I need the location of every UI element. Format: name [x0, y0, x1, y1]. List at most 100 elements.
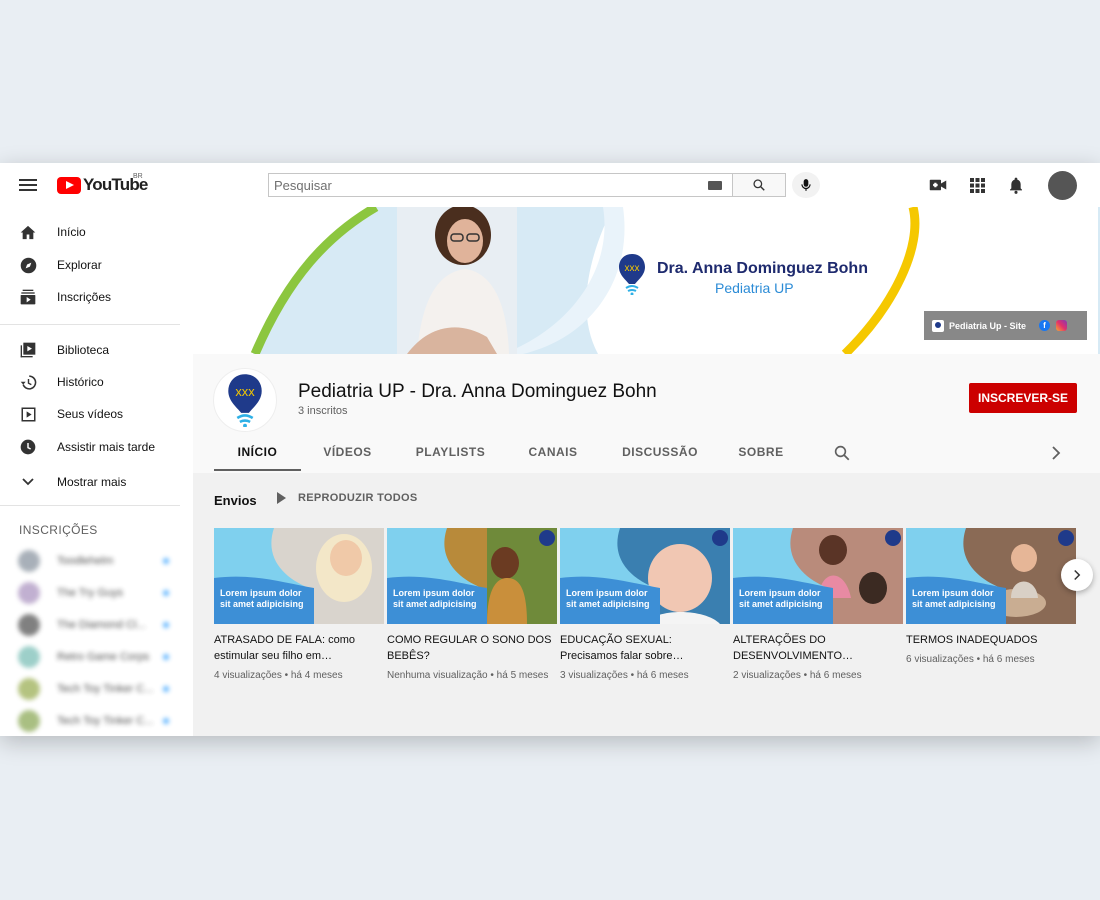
sidebar-item-watch-later[interactable]: Assistir mais tarde — [0, 432, 180, 462]
pediatria-up-logo: xxx — [228, 374, 262, 427]
sidebar-divider — [0, 505, 180, 506]
sidebar-subscription[interactable]: The Diamond Cl... — [0, 612, 180, 638]
watch-later-icon — [18, 437, 38, 457]
new-content-dot — [163, 622, 169, 628]
channel-avatar — [18, 678, 40, 700]
tab-about[interactable]: SOBRE — [729, 434, 793, 471]
thumbnail-text: Lorem ipsum dolor sit amet adipicising — [912, 588, 996, 609]
doctor-photo — [397, 207, 517, 354]
sidebar-divider — [0, 324, 180, 325]
banner-brand-subtitle: Pediatria UP — [715, 280, 794, 296]
sidebar-item-label: Explorar — [57, 258, 102, 272]
create-video-icon[interactable] — [927, 174, 949, 196]
site-link[interactable]: Pediatria Up - Site — [949, 321, 1031, 331]
subscribe-button[interactable]: INSCREVER-SE — [969, 383, 1077, 413]
video-card[interactable]: Lorem ipsum dolor sit amet adipicising E… — [560, 528, 730, 683]
subscriptions-heading: INSCRIÇÕES — [19, 523, 98, 537]
tab-videos[interactable]: VÍDEOS — [310, 434, 385, 471]
search-button[interactable] — [733, 173, 786, 197]
sidebar-item-show-more[interactable]: Mostrar mais — [0, 467, 180, 497]
uploads-section: Envios REPRODUZIR TODOS Lorem ipsum dolo… — [193, 473, 1100, 736]
region-code: BR — [133, 173, 143, 180]
history-icon — [18, 372, 38, 392]
banner-links: Pediatria Up - Site f — [924, 311, 1087, 340]
site-link-icon — [932, 319, 944, 332]
library-icon — [18, 340, 38, 360]
sidebar-item-label: Seus vídeos — [57, 407, 124, 421]
section-title[interactable]: Envios — [214, 493, 257, 508]
subscription-name: Tech Toy Tinker C... — [57, 715, 154, 727]
video-meta: 3 visualizações • há 6 meses — [560, 670, 689, 681]
video-title[interactable]: TERMOS INADEQUADOS — [906, 632, 1076, 648]
pediatria-up-logo: xxx — [619, 254, 645, 295]
subscription-name: Retro Game Corps — [57, 651, 150, 663]
play-all-label: REPRODUZIR TODOS — [298, 492, 418, 504]
new-content-dot — [163, 590, 169, 596]
thumbnail-text: Lorem ipsum dolor sit amet adipicising — [566, 588, 650, 609]
video-thumbnail[interactable]: Lorem ipsum dolor sit amet adipicising — [214, 528, 384, 624]
tab-channels[interactable]: CANAIS — [518, 434, 588, 471]
channel-avatar — [18, 582, 40, 604]
tab-discussion[interactable]: DISCUSSÃO — [615, 434, 705, 471]
menu-icon[interactable] — [19, 179, 37, 191]
video-card[interactable]: Lorem ipsum dolor sit amet adipicising C… — [387, 528, 557, 683]
video-thumbnail[interactable]: Lorem ipsum dolor sit amet adipicising — [733, 528, 903, 624]
sidebar-subscription[interactable]: Tech Toy Tinker C... — [0, 676, 180, 702]
sidebar-subscription[interactable]: The Try Guys — [0, 580, 180, 606]
sidebar-item-history[interactable]: Histórico — [0, 367, 180, 397]
subscription-name: Tech Toy Tinker C... — [57, 683, 154, 695]
tab-playlists[interactable]: PLAYLISTS — [408, 434, 493, 471]
search-icon[interactable] — [833, 444, 851, 462]
channel-header: xxx Pediatria UP - Dra. Anna Dominguez B… — [193, 354, 1100, 473]
youtube-play-icon — [57, 176, 81, 194]
video-card[interactable]: Lorem ipsum dolor sit amet adipicising A… — [733, 528, 903, 683]
play-all-button[interactable]: REPRODUZIR TODOS — [277, 492, 418, 504]
video-thumbnail[interactable]: Lorem ipsum dolor sit amet adipicising — [387, 528, 557, 624]
account-avatar[interactable] — [1048, 171, 1077, 200]
video-thumbnail[interactable]: Lorem ipsum dolor sit amet adipicising — [560, 528, 730, 624]
channel-avatar — [18, 550, 40, 572]
instagram-icon[interactable] — [1056, 320, 1067, 331]
video-meta: 4 visualizações • há 4 meses — [214, 670, 343, 681]
thumbnail-text: Lorem ipsum dolor sit amet adipicising — [220, 588, 304, 609]
video-title[interactable]: ALTERAÇÕES DO DESENVOLVIMENTO… — [733, 632, 903, 664]
video-card[interactable]: Lorem ipsum dolor sit amet adipicising A… — [214, 528, 384, 683]
play-icon — [277, 492, 286, 504]
notifications-icon[interactable] — [1005, 174, 1027, 196]
sidebar-item-your-videos[interactable]: Seus vídeos — [0, 399, 180, 429]
svg-text:xxx: xxx — [625, 263, 640, 274]
sidebar-item-subscriptions[interactable]: Inscrições — [0, 282, 180, 312]
tab-home[interactable]: INÍCIO — [214, 434, 301, 471]
video-title[interactable]: COMO REGULAR O SONO DOS BEBÊS? — [387, 632, 557, 664]
sidebar-subscription[interactable]: Retro Game Corps — [0, 644, 180, 670]
new-content-dot — [163, 558, 169, 564]
search-input[interactable] — [269, 174, 689, 196]
channel-avatar[interactable]: xxx — [213, 368, 277, 432]
video-meta: Nenhuma visualização • há 5 meses — [387, 670, 549, 681]
video-meta: 2 visualizações • há 6 meses — [733, 670, 862, 681]
chevron-right-icon[interactable] — [1048, 445, 1064, 461]
video-title[interactable]: EDUCAÇÃO SEXUAL: Precisamos falar sobre… — [560, 632, 730, 664]
search-box — [268, 173, 733, 197]
banner-brand-title: Dra. Anna Dominguez Bohn — [657, 260, 868, 277]
video-thumbnail[interactable]: Lorem ipsum dolor sit amet adipicising — [906, 528, 1076, 624]
keyboard-icon[interactable] — [708, 181, 722, 190]
mic-icon — [801, 179, 811, 191]
voice-search-button[interactable] — [792, 172, 820, 198]
sidebar-subscription[interactable]: Toodlehelm — [0, 548, 180, 574]
sidebar-item-explore[interactable]: Explorar — [0, 250, 180, 280]
sidebar-item-label: Mostrar mais — [57, 475, 127, 489]
apps-icon[interactable] — [966, 174, 988, 196]
facebook-icon[interactable]: f — [1039, 320, 1050, 331]
video-title[interactable]: ATRASADO DE FALA: como estimular seu fil… — [214, 632, 384, 664]
svg-text:xxx: xxx — [235, 384, 255, 399]
sidebar-item-home[interactable]: Início — [0, 217, 180, 247]
carousel-next-button[interactable] — [1061, 559, 1093, 591]
subscription-name: Toodlehelm — [57, 555, 114, 567]
sidebar-subscription[interactable]: Tech Toy Tinker C... — [0, 708, 180, 734]
sidebar-item-library[interactable]: Biblioteca — [0, 335, 180, 365]
home-icon — [18, 222, 38, 242]
video-card[interactable]: Lorem ipsum dolor sit amet adipicising T… — [906, 528, 1076, 667]
top-bar: YouTube BR — [0, 163, 1100, 207]
channel-banner: xxx Dra. Anna Dominguez Bohn Pediatria U… — [193, 207, 1100, 354]
